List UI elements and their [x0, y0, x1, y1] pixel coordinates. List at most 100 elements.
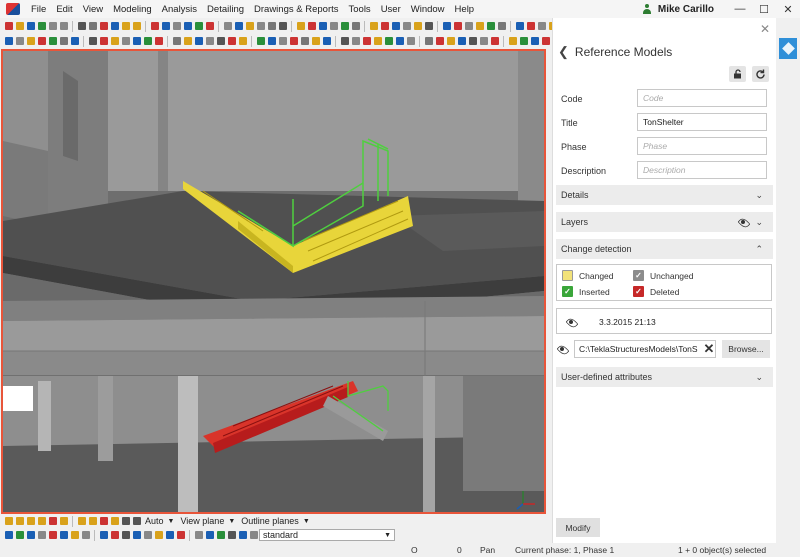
toolbar-tool-icon[interactable]: [143, 37, 152, 45]
checkbox-inserted[interactable]: ✓: [562, 286, 573, 297]
toolbar-tool-icon[interactable]: [223, 22, 232, 30]
code-field[interactable]: [637, 89, 767, 107]
toolbar-tool-icon[interactable]: [172, 37, 181, 45]
legend-unchanged[interactable]: ✓ Unchanged: [633, 270, 693, 281]
toolbar-tool-icon[interactable]: [442, 22, 451, 30]
toolbar-tool-icon[interactable]: [110, 37, 119, 45]
toolbar-tool-icon[interactable]: [369, 22, 378, 30]
checkbox-unchanged[interactable]: ✓: [633, 270, 644, 281]
toolbar-tool-icon[interactable]: [446, 37, 455, 45]
toolbar-tool-icon[interactable]: [37, 517, 46, 525]
toolbar-tool-icon[interactable]: [194, 37, 203, 45]
toolbar-tool-icon[interactable]: [267, 22, 276, 30]
toolbar-tool-icon[interactable]: [457, 37, 466, 45]
toolbar-tool-icon[interactable]: [150, 22, 159, 30]
outline-planes-dropdown[interactable]: Outline planes ▼: [238, 515, 312, 527]
toolbar-tool-icon[interactable]: [486, 22, 495, 30]
description-field[interactable]: [637, 161, 767, 179]
toolbar-tool-icon[interactable]: [300, 37, 309, 45]
toolbar-tool-icon[interactable]: [77, 22, 86, 30]
toolbar-tool-icon[interactable]: [340, 22, 349, 30]
checkbox-deleted[interactable]: ✓: [633, 286, 644, 297]
toolbar-tool-icon[interactable]: [256, 37, 265, 45]
toolbar-tool-icon[interactable]: [508, 37, 517, 45]
toolbar-tool-icon[interactable]: [380, 22, 389, 30]
toolbar-tool-icon[interactable]: [48, 517, 57, 525]
toolbar-tool-icon[interactable]: [26, 22, 35, 30]
toolbar-tool-icon[interactable]: [515, 22, 524, 30]
toolbar-tool-icon[interactable]: [311, 37, 320, 45]
toolbar-tool-icon[interactable]: [537, 22, 546, 30]
toolbar-tool-icon[interactable]: [176, 531, 185, 539]
toolbar-tool-icon[interactable]: [322, 37, 331, 45]
toolbar-tool-icon[interactable]: [541, 37, 550, 45]
toolbar-tool-icon[interactable]: [132, 517, 141, 525]
toolbar-tool-icon[interactable]: [88, 37, 97, 45]
toolbar-tool-icon[interactable]: [48, 22, 57, 30]
selection-filter-dropdown[interactable]: standard ▼: [259, 529, 395, 541]
clear-path-button[interactable]: ✕: [701, 340, 717, 358]
toolbar-tool-icon[interactable]: [183, 22, 192, 30]
toolbar-tool-icon[interactable]: [205, 22, 214, 30]
details-section[interactable]: Details ⌄: [556, 185, 773, 205]
toolbar-tool-icon[interactable]: [37, 22, 46, 30]
toolbar-tool-icon[interactable]: [424, 22, 433, 30]
toolbar-tool-icon[interactable]: [121, 531, 130, 539]
phase-field[interactable]: [637, 137, 767, 155]
toolbar-tool-icon[interactable]: [99, 37, 108, 45]
toolbar-tool-icon[interactable]: [278, 22, 287, 30]
toolbar-tool-icon[interactable]: [296, 22, 305, 30]
view-plane-dropdown[interactable]: View plane ▼: [177, 515, 238, 527]
toolbar-tool-icon[interactable]: [406, 37, 415, 45]
toolbar-tool-icon[interactable]: [26, 531, 35, 539]
title-field[interactable]: [637, 113, 767, 131]
toolbar-tool-icon[interactable]: [402, 22, 411, 30]
toolbar-tool-icon[interactable]: [15, 22, 24, 30]
toolbar-tool-icon[interactable]: [70, 531, 79, 539]
toolbar-tool-icon[interactable]: [110, 531, 119, 539]
legend-inserted[interactable]: ✓ Inserted: [562, 286, 610, 297]
checkbox-changed[interactable]: [562, 270, 573, 281]
toolbar-tool-icon[interactable]: [391, 22, 400, 30]
toolbar-tool-icon[interactable]: [395, 37, 404, 45]
toolbar-tool-icon[interactable]: [453, 22, 462, 30]
toolbar-tool-icon[interactable]: [165, 531, 174, 539]
toolbar-tool-icon[interactable]: [307, 22, 316, 30]
toolbar-tool-icon[interactable]: [110, 517, 119, 525]
toolbar-tool-icon[interactable]: [373, 37, 382, 45]
menu-window[interactable]: Window: [406, 4, 450, 15]
toolbar-tool-icon[interactable]: [526, 22, 535, 30]
toolbar-tool-icon[interactable]: [37, 531, 46, 539]
toolbar-tool-icon[interactable]: [132, 22, 141, 30]
toolbar-tool-icon[interactable]: [267, 37, 276, 45]
toolbar-tool-icon[interactable]: [329, 22, 338, 30]
toolbar-tool-icon[interactable]: [216, 37, 225, 45]
menu-drawings-reports[interactable]: Drawings & Reports: [249, 4, 343, 15]
toolbar-tool-icon[interactable]: [26, 37, 35, 45]
toolbar-tool-icon[interactable]: [132, 531, 141, 539]
model-view-3d[interactable]: [1, 49, 546, 514]
toolbar-tool-icon[interactable]: [234, 22, 243, 30]
toolbar-tool-icon[interactable]: [121, 517, 130, 525]
toolbar-tool-icon[interactable]: [424, 37, 433, 45]
toolbar-tool-icon[interactable]: [99, 517, 108, 525]
toolbar-tool-icon[interactable]: [238, 531, 247, 539]
toolbar-tool-icon[interactable]: [59, 22, 68, 30]
toolbar-tool-icon[interactable]: [70, 37, 79, 45]
toolbar-tool-icon[interactable]: [227, 37, 236, 45]
user-attributes-section[interactable]: User-defined attributes ⌄: [556, 367, 773, 387]
menu-tools[interactable]: Tools: [344, 4, 376, 15]
toolbar-tool-icon[interactable]: [88, 22, 97, 30]
side-pane-tab[interactable]: [779, 38, 797, 59]
menu-edit[interactable]: Edit: [51, 4, 77, 15]
toolbar-tool-icon[interactable]: [194, 22, 203, 30]
toolbar-tool-icon[interactable]: [216, 531, 225, 539]
menu-modeling[interactable]: Modeling: [108, 4, 157, 15]
toolbar-tool-icon[interactable]: [99, 531, 108, 539]
close-icon[interactable]: ✕: [760, 22, 770, 36]
toolbar-tool-icon[interactable]: [238, 37, 247, 45]
toolbar-tool-icon[interactable]: [340, 37, 349, 45]
auto-dropdown[interactable]: Auto ▼: [142, 515, 177, 527]
layers-section[interactable]: Layers ⌄: [556, 212, 773, 232]
toolbar-tool-icon[interactable]: [15, 531, 24, 539]
